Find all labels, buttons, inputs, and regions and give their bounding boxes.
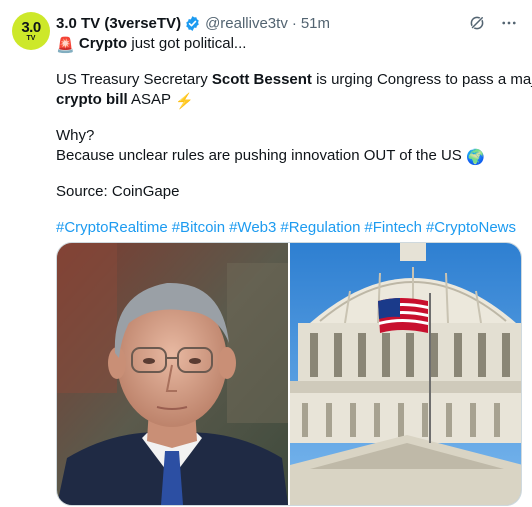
media-grid	[56, 242, 522, 506]
more-icon[interactable]	[500, 14, 518, 32]
hashtag-list: #CryptoRealtime #Bitcoin #Web3 #Regulation #…	[56, 218, 516, 238]
bold-text: Crypto	[78, 35, 128, 52]
text-span: is urging Congress to pass a major	[311, 71, 532, 88]
avatar[interactable]: 3.0 TV	[12, 12, 50, 50]
avatar-text: 3.0	[21, 19, 41, 36]
separator-dot: ·	[291, 14, 297, 32]
text-span: ASAP	[127, 91, 175, 108]
post[interactable]: 3.0 TV 3.0 TV (3verseTV) @reallive3tv · …	[0, 0, 532, 507]
siren-emoji-icon: 🚨	[56, 37, 75, 54]
lightning-emoji-icon: ⚡	[174, 93, 194, 110]
hashtag-link[interactable]: #CryptoRealtime	[56, 219, 168, 236]
bold-text: Scott Bessent	[211, 71, 312, 88]
author-handle[interactable]: @reallive3tv	[205, 15, 288, 32]
text-span: US Treasury Secretary	[56, 71, 212, 88]
hashtag-link[interactable]: #Fintech	[364, 219, 422, 236]
globe-emoji-icon: 🌍	[465, 149, 485, 166]
text-line: crypto bill ASAP ⚡	[56, 90, 516, 110]
text-line: US Treasury Secretary Scott Bessent is u…	[56, 70, 532, 90]
hashtag-link[interactable]: #Bitcoin	[172, 219, 225, 236]
avatar-subtext: TV	[26, 35, 36, 42]
text-span: Because unclear rules are pushing innova…	[56, 147, 466, 164]
grok-icon[interactable]	[468, 14, 486, 32]
hashtag-link[interactable]: #Web3	[229, 219, 276, 236]
text-line: Because unclear rules are pushing innova…	[56, 146, 516, 166]
post-header: 3.0 TV (3verseTV) @reallive3tv · 51m	[56, 13, 330, 33]
text-span: just got political...	[127, 35, 247, 52]
post-time[interactable]: 51m	[301, 15, 330, 32]
text-line: Source: CoinGape	[56, 183, 180, 200]
post-text: 🚨 Crypto just got political... US Treasu…	[56, 34, 532, 238]
portrait-photo[interactable]	[57, 243, 290, 505]
hashtag-link[interactable]: #Regulation	[280, 219, 360, 236]
hashtag-link[interactable]: #CryptoNews	[426, 219, 516, 236]
author-name[interactable]: 3.0 TV (3verseTV)	[56, 15, 181, 32]
verified-badge-icon	[184, 15, 201, 32]
capitol-dome-photo[interactable]	[290, 243, 521, 505]
bold-text: crypto bill	[56, 91, 128, 108]
text-line: 🚨 Crypto just got political...	[56, 34, 516, 54]
text-line: Why?	[56, 127, 95, 144]
